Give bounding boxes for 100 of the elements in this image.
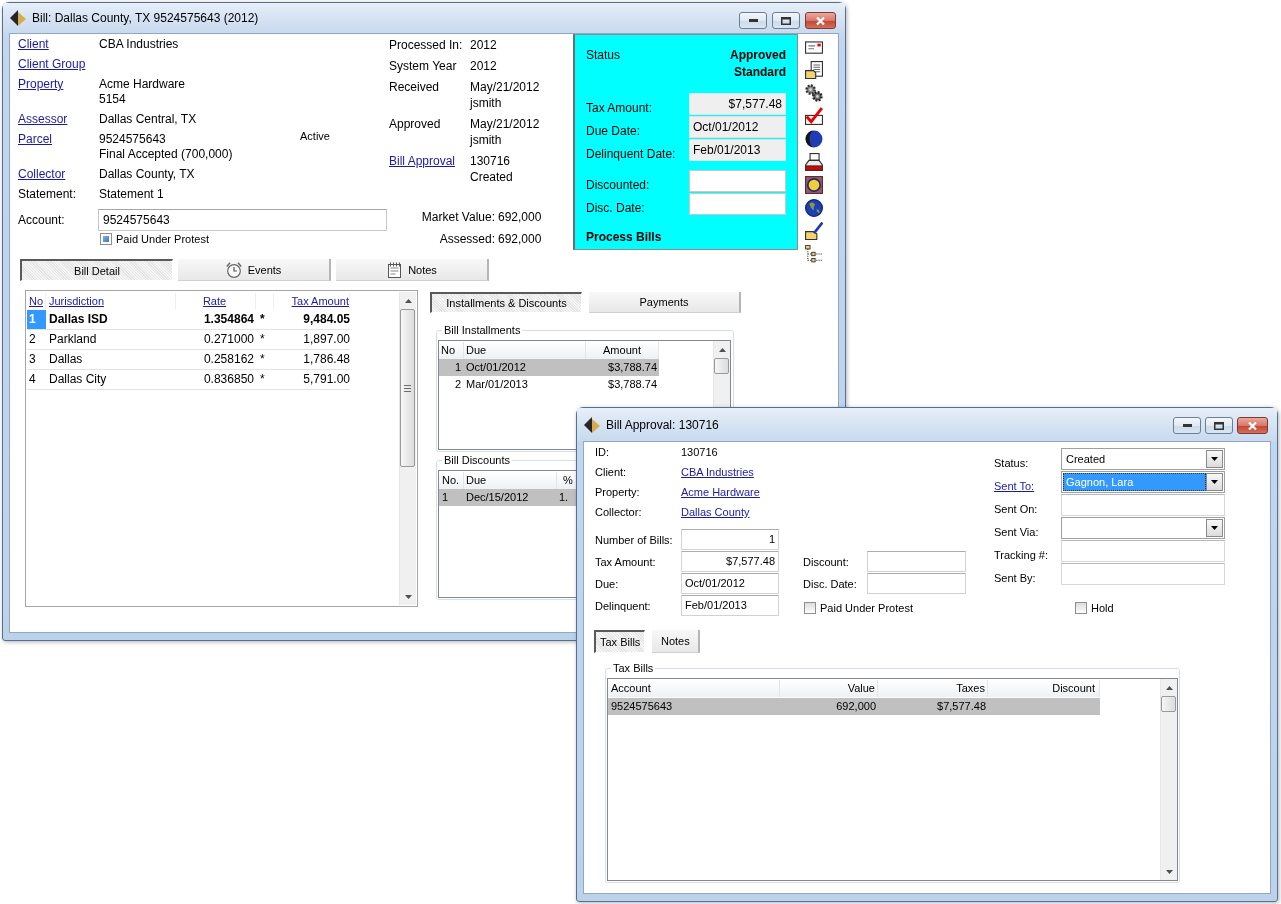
text-field[interactable]: $7,577.48 [681, 551, 779, 572]
tree-list-icon[interactable] [805, 245, 823, 263]
maximize-button[interactable] [1205, 417, 1233, 434]
close-button[interactable] [1237, 417, 1268, 434]
table-cell-text: 0.258162 [202, 351, 255, 368]
tab[interactable]: Tax Bills [594, 630, 646, 653]
text-field[interactable]: 9524575643 [98, 209, 387, 231]
value-link[interactable]: CBA Industries [681, 465, 754, 479]
app-icon [584, 416, 600, 433]
checkbox-label[interactable]: Hold [1091, 601, 1114, 615]
sphere-icon[interactable] [805, 130, 823, 148]
text-field[interactable]: Feb/01/2013 [681, 595, 779, 616]
scroll-thumb[interactable] [400, 309, 415, 467]
envelope-check-icon[interactable] [805, 107, 823, 125]
column-header[interactable]: % [557, 472, 577, 489]
scrollbar[interactable] [713, 341, 730, 407]
table-row[interactable]: 1 Dallas ISD 1.354864 * 9,484.05 [27, 310, 350, 330]
table-row[interactable]: 1 Dec/15/2012 1. [439, 489, 577, 506]
text-field[interactable]: Oct/01/2012 [681, 573, 779, 594]
table-row[interactable]: 4 Dallas City 0.836850 * 5,791.00 [27, 370, 350, 390]
column-header[interactable]: Rate [176, 293, 256, 310]
input-field[interactable] [689, 193, 786, 215]
label-link[interactable]: Bill Approval [389, 154, 456, 168]
column-header[interactable]: Account [608, 680, 780, 697]
field-value: May/21/2012 [470, 116, 540, 132]
checkbox[interactable] [1075, 602, 1087, 614]
app-icon [10, 10, 26, 26]
dropdown-button[interactable] [1206, 450, 1223, 468]
scroll-thumb[interactable] [714, 358, 729, 374]
minimize-button[interactable] [739, 12, 767, 29]
label-link[interactable]: Parcel [18, 132, 52, 146]
tab[interactable]: Notes [336, 259, 489, 281]
column-header[interactable]: Jurisdiction [46, 293, 176, 310]
gears-icon[interactable] [805, 84, 823, 102]
label-link[interactable]: Client Group [18, 57, 86, 71]
column-header[interactable]: Tax Amount [274, 293, 350, 310]
disc-tile-icon[interactable] [805, 176, 823, 194]
table-cell-text: 1,786.48 [302, 351, 350, 368]
column-header[interactable]: Discount [988, 680, 1100, 697]
scroll-thumb[interactable] [1161, 696, 1176, 712]
tab[interactable]: Notes [652, 630, 701, 653]
checkbox-label[interactable]: Paid Under Protest [820, 601, 913, 615]
envelope-icon[interactable] [805, 38, 823, 56]
tab[interactable]: Bill Detail [20, 259, 173, 281]
text-field[interactable]: 1 [681, 529, 779, 550]
table-row[interactable]: 2 Parkland 0.271000 * 1,897.00 [27, 330, 350, 350]
minimize-button[interactable] [1173, 417, 1201, 434]
scrollbar[interactable] [399, 292, 416, 605]
group-label: Bill Installments [443, 323, 522, 338]
dropdown-button[interactable] [1206, 519, 1223, 537]
column-header[interactable]: Taxes [878, 680, 988, 697]
text-field[interactable] [867, 551, 966, 572]
text-field[interactable] [1061, 540, 1225, 562]
pen-icon[interactable] [805, 222, 823, 240]
checkbox[interactable] [100, 233, 112, 245]
maximize-button[interactable] [772, 12, 800, 29]
text-field[interactable] [1061, 494, 1225, 516]
tab[interactable]: Installments & Discounts [430, 292, 582, 313]
tab[interactable]: Payments [589, 292, 741, 313]
document-icon[interactable] [805, 61, 823, 79]
text-field[interactable] [1061, 563, 1225, 585]
field-label: Sent On: [994, 503, 1038, 515]
table-cell-text: 5,791.00 [302, 371, 350, 388]
tab[interactable]: Events [178, 259, 331, 281]
label-link[interactable]: Property [18, 77, 64, 91]
value-link[interactable]: Dallas County [681, 505, 750, 519]
table-cell-text: 0.271000 [202, 331, 255, 348]
table-cell-text: Oct/01/2012 [465, 360, 527, 375]
column-header[interactable]: Value [780, 680, 878, 697]
table-cell-text: 1 [441, 490, 450, 505]
action-link[interactable]: Process Bills [586, 230, 662, 245]
label-link[interactable]: Collector [18, 167, 66, 181]
input-field[interactable] [689, 170, 786, 192]
field-label: Statement: [18, 187, 77, 201]
table-row[interactable]: 3 Dallas 0.258162 * 1,786.48 [27, 350, 350, 370]
close-icon [1248, 421, 1257, 430]
status-value: Standard [734, 64, 786, 81]
field-label: Delinquent: [595, 599, 651, 612]
maximize-icon [781, 16, 791, 25]
table-cell-text: 3 [28, 351, 37, 368]
checkbox[interactable] [804, 602, 816, 614]
table-cell-text: 2 [453, 377, 462, 392]
checkbox-label[interactable]: Paid Under Protest [116, 232, 209, 246]
status-value: Approved [730, 47, 786, 64]
label-link[interactable]: Assessor [18, 112, 68, 126]
printer-icon[interactable] [805, 153, 823, 171]
scrollbar[interactable] [1160, 679, 1177, 880]
dropdown[interactable]: Created [1061, 448, 1225, 470]
table-cell-text: * [259, 331, 266, 348]
value-link[interactable]: Acme Hardware [681, 485, 760, 499]
table-row[interactable]: 1 Oct/01/2012 $3,788.74 [439, 359, 659, 376]
table-row[interactable]: 2 Mar/01/2013 $3,788.74 [439, 376, 659, 393]
dropdown-button[interactable] [1206, 473, 1223, 491]
arrow-up-icon [718, 347, 726, 352]
close-button[interactable] [805, 12, 836, 29]
text-field[interactable] [867, 573, 966, 594]
globe-icon[interactable] [805, 199, 823, 217]
table-row[interactable]: 9524575643 692,000 $7,577.48 [608, 698, 1100, 715]
label-link[interactable]: Sent To: [994, 480, 1035, 492]
label-link[interactable]: Client [18, 37, 49, 51]
